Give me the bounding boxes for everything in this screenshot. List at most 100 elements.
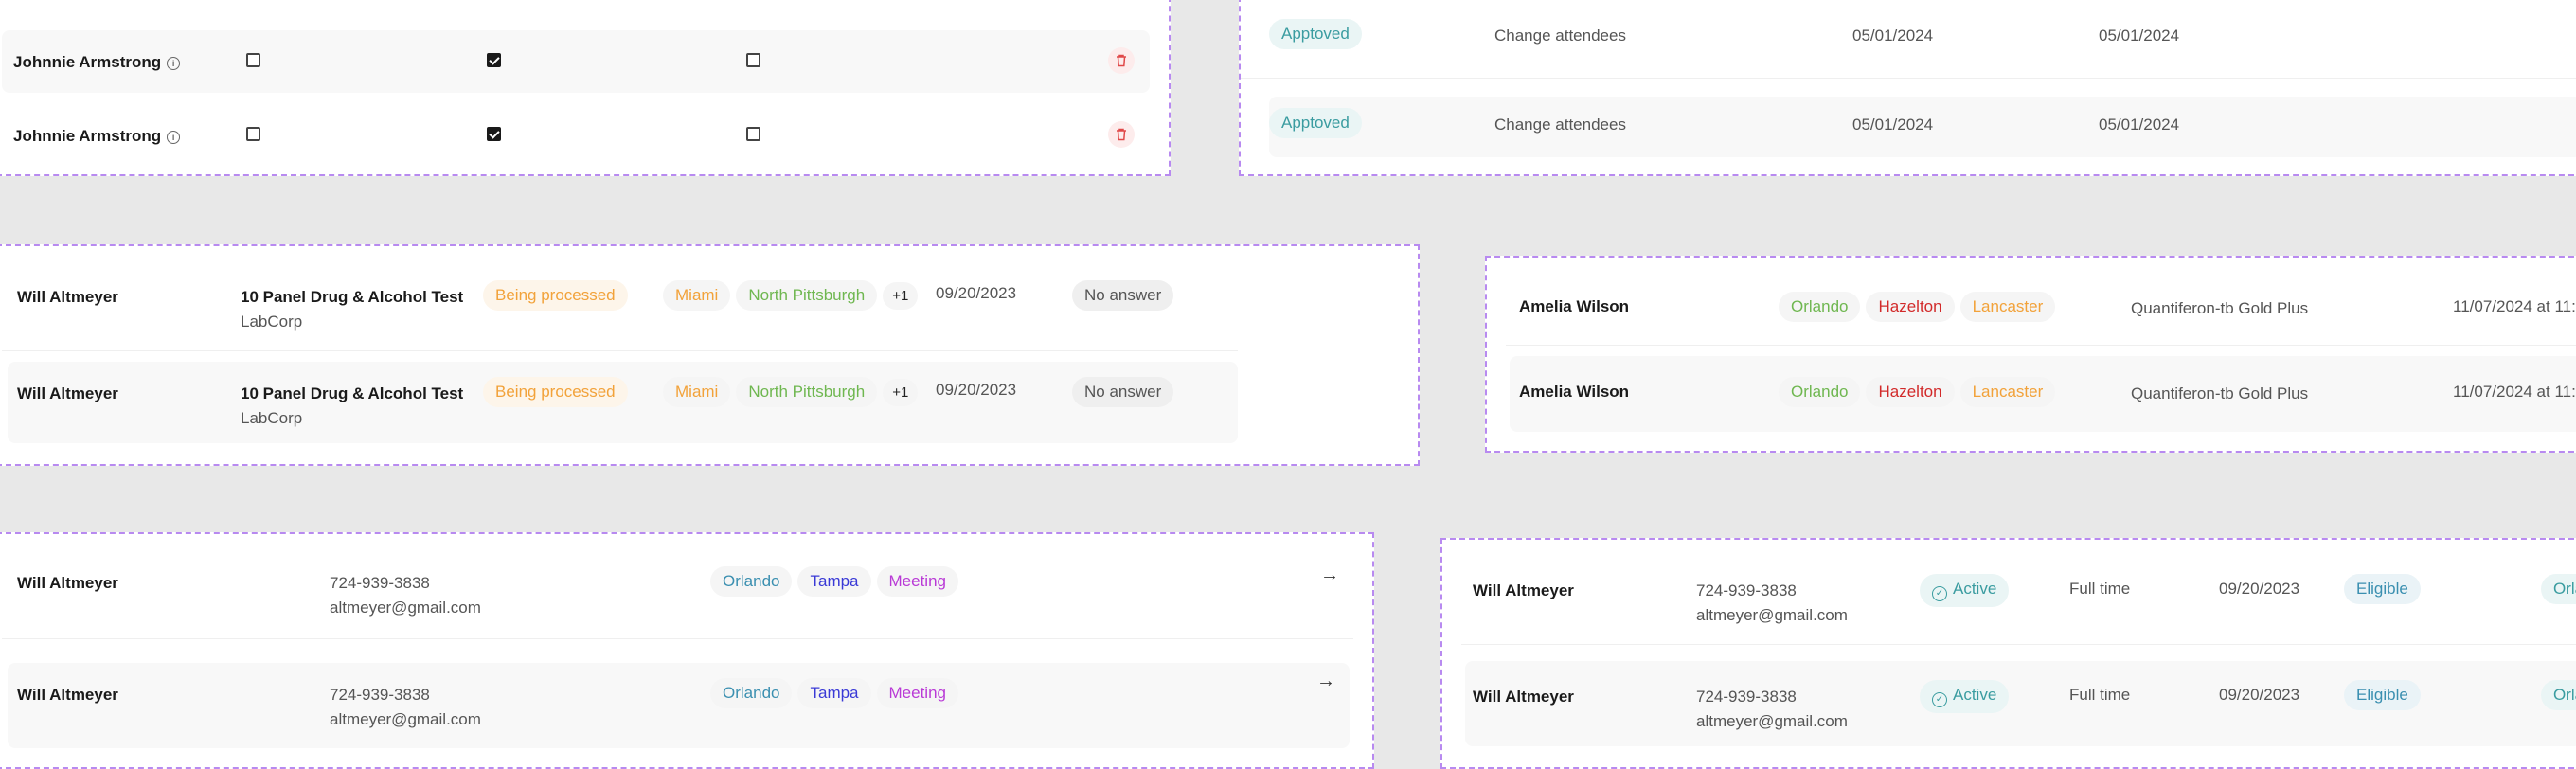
table-row[interactable]: Apptoved Change attendees 05/01/2024 05/… xyxy=(1241,0,2576,79)
location-tag: North Pittsburgh xyxy=(736,280,878,311)
info-icon[interactable]: i xyxy=(167,56,181,70)
table-row[interactable]: Will Altmeyer 10 Panel Drug & Alcohol Te… xyxy=(2,246,1238,351)
check-circle-icon: ✓ xyxy=(1932,586,1947,601)
permissions-panel: Johnnie Armstrong i Johnnie Armstrong i xyxy=(0,0,1171,176)
category-tag: Meeting xyxy=(876,678,958,708)
trash-icon[interactable] xyxy=(1108,47,1135,74)
requests-panel: Apptoved Change attendees 05/01/2024 05/… xyxy=(1239,0,2576,176)
test-name: Quantiferon-tb Gold Plus xyxy=(2131,384,2309,402)
user-name: Will Altmeyer xyxy=(17,288,118,306)
user-name: Amelia Wilson xyxy=(1519,297,1630,315)
test-date: 09/20/2023 xyxy=(936,381,1017,399)
lab-name: LabCorp xyxy=(241,409,303,427)
location-tag: Miami xyxy=(663,280,731,311)
user-name: Johnnie Armstrong xyxy=(13,53,162,71)
location-tag: North Pittsburgh xyxy=(736,377,878,407)
tests-panel: Will Altmeyer 10 Panel Drug & Alcohol Te… xyxy=(0,244,1420,466)
location-tag: Orlando xyxy=(1779,377,1861,407)
table-row[interactable]: Will Altmeyer 724-939-3838 altmeyer@gmai… xyxy=(8,663,1350,748)
start-date: 05/01/2024 xyxy=(1852,27,1934,45)
location-tag: Tampa xyxy=(797,566,871,597)
eligibility-badge: Eligible xyxy=(2344,574,2421,604)
permission-checkbox[interactable] xyxy=(746,127,760,141)
result-badge: No answer xyxy=(1072,280,1174,311)
location-tag: Hazelton xyxy=(1866,377,1955,407)
eligibility-badge: Eligible xyxy=(2344,680,2421,710)
arrow-right-icon[interactable]: → xyxy=(1316,671,1335,692)
employment-type: Full time xyxy=(2069,686,2131,704)
status-badge: Apptoved xyxy=(1269,19,1362,49)
contacts-panel: Will Altmeyer 724-939-3838 altmeyer@gmai… xyxy=(0,532,1374,769)
hire-date: 09/20/2023 xyxy=(2219,580,2300,598)
hire-date: 09/20/2023 xyxy=(2219,686,2300,704)
phone-number: 724-939-3838 xyxy=(1696,688,1797,706)
appointment-datetime: 11/07/2024 at 11:0 xyxy=(2453,383,2576,401)
more-count-badge[interactable]: +1 xyxy=(883,282,919,310)
location-tag: Lancaster xyxy=(1959,292,2056,322)
end-date: 05/01/2024 xyxy=(2099,116,2180,134)
test-name: 10 Panel Drug & Alcohol Test xyxy=(241,384,464,402)
user-name: Will Altmeyer xyxy=(17,686,118,704)
info-icon[interactable]: i xyxy=(167,130,181,144)
location-tag: Hazelton xyxy=(1866,292,1955,322)
status-badge: Being processed xyxy=(483,280,628,311)
test-name: Quantiferon-tb Gold Plus xyxy=(2131,299,2309,317)
phone-number: 724-939-3838 xyxy=(330,574,430,592)
status-badge: ✓ Active xyxy=(1920,574,2010,607)
location-tag: Orlan xyxy=(2541,574,2576,604)
trash-icon[interactable] xyxy=(1108,121,1135,148)
user-name: Johnnie Armstrong xyxy=(13,127,162,145)
category-tag: Meeting xyxy=(876,566,958,597)
location-tag: Lancaster xyxy=(1959,377,2056,407)
permission-checkbox[interactable] xyxy=(487,127,501,141)
phone-number: 724-939-3838 xyxy=(330,686,430,704)
email-address: altmeyer@gmail.com xyxy=(330,599,481,617)
user-name: Will Altmeyer xyxy=(1473,581,1574,599)
more-count-badge[interactable]: +1 xyxy=(883,379,919,406)
location-tag: Orlando xyxy=(710,678,793,708)
permission-checkbox[interactable] xyxy=(746,53,760,67)
permission-checkbox[interactable] xyxy=(246,53,260,67)
action-label: Change attendees xyxy=(1494,116,1626,134)
employees-panel: Will Altmeyer 724-939-3838 altmeyer@gmai… xyxy=(1440,538,2576,769)
location-tag: Miami xyxy=(663,377,731,407)
user-name: Will Altmeyer xyxy=(17,384,118,402)
location-tag: Orlando xyxy=(1779,292,1861,322)
table-row[interactable]: Johnnie Armstrong i xyxy=(2,104,1150,167)
table-row[interactable]: Will Altmeyer 724-939-3838 altmeyer@gmai… xyxy=(2,534,1353,639)
table-row[interactable]: Apptoved Change attendees 05/01/2024 05/… xyxy=(1269,97,2576,157)
table-row[interactable]: Amelia Wilson Orlando Hazelton Lancaster Q… xyxy=(1506,258,2576,346)
table-row[interactable]: Will Altmeyer 10 Panel Drug & Alcohol Te… xyxy=(8,362,1238,443)
table-row[interactable]: Will Altmeyer 724-939-3838 altmeyer@gmai… xyxy=(1465,661,2576,746)
location-tag: Orlan xyxy=(2541,680,2576,710)
test-date: 09/20/2023 xyxy=(936,284,1017,302)
status-badge: ✓ Active xyxy=(1920,680,2010,713)
user-name: Will Altmeyer xyxy=(1473,688,1574,706)
permission-checkbox[interactable] xyxy=(246,127,260,141)
user-name: Amelia Wilson xyxy=(1519,383,1630,401)
appointment-datetime: 11/07/2024 at 11:0 xyxy=(2453,297,2576,315)
start-date: 05/01/2024 xyxy=(1852,116,1934,134)
lab-name: LabCorp xyxy=(241,313,303,331)
status-badge: Apptoved xyxy=(1269,108,1362,138)
status-badge: Being processed xyxy=(483,377,628,407)
permission-checkbox[interactable] xyxy=(487,53,501,67)
email-address: altmeyer@gmail.com xyxy=(330,710,481,728)
email-address: altmeyer@gmail.com xyxy=(1696,606,1848,624)
user-name: Will Altmeyer xyxy=(17,574,118,592)
email-address: altmeyer@gmail.com xyxy=(1696,712,1848,730)
employment-type: Full time xyxy=(2069,580,2131,598)
location-tag: Tampa xyxy=(797,678,871,708)
result-badge: No answer xyxy=(1072,377,1174,407)
end-date: 05/01/2024 xyxy=(2099,27,2180,45)
test-name: 10 Panel Drug & Alcohol Test xyxy=(241,288,464,306)
table-row[interactable]: Will Altmeyer 724-939-3838 altmeyer@gmai… xyxy=(1461,540,2576,645)
phone-number: 724-939-3838 xyxy=(1696,581,1797,599)
arrow-right-icon[interactable]: → xyxy=(1320,564,1339,586)
tb-tests-panel: Amelia Wilson Orlando Hazelton Lancaster Q… xyxy=(1485,256,2576,453)
action-label: Change attendees xyxy=(1494,27,1626,45)
check-circle-icon: ✓ xyxy=(1932,692,1947,707)
table-row[interactable]: Johnnie Armstrong i xyxy=(2,30,1150,93)
table-row[interactable]: Amelia Wilson Orlando Hazelton Lancaster Q… xyxy=(1510,356,2576,432)
location-tag: Orlando xyxy=(710,566,793,597)
